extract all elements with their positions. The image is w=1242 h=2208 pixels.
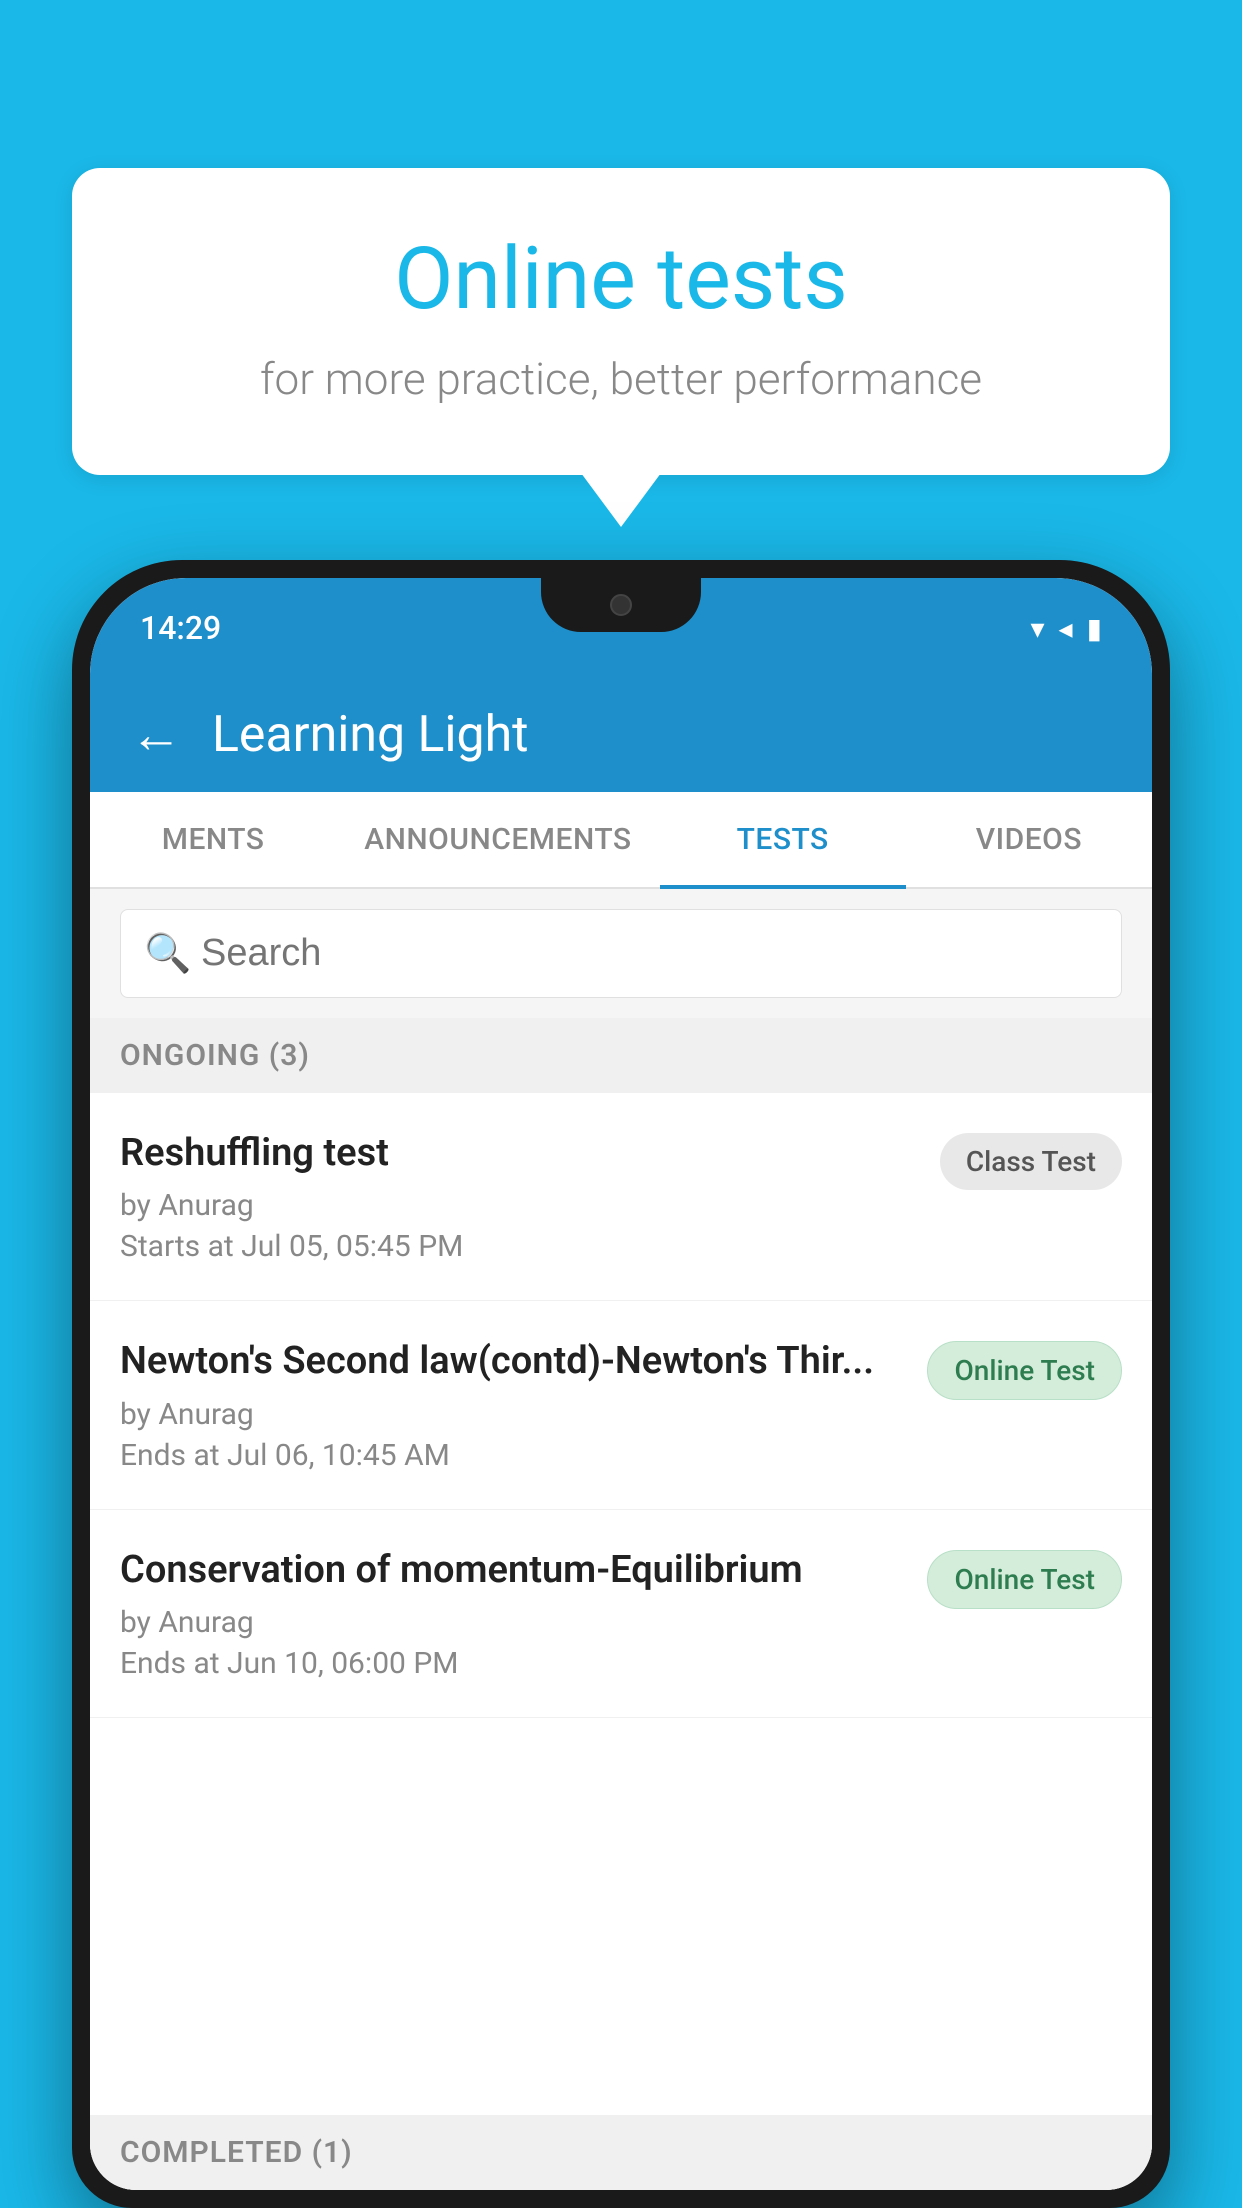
test-info-reshuffling: Reshuffling test by Anurag Starts at Jul… — [120, 1129, 920, 1264]
test-name-reshuffling: Reshuffling test — [120, 1129, 920, 1178]
app-title: Learning Light — [212, 706, 529, 764]
test-time-newton: Ends at Jul 06, 10:45 AM — [120, 1438, 907, 1473]
phone-notch — [541, 578, 701, 632]
status-time: 14:29 — [140, 609, 221, 647]
test-badge-newton: Online Test — [927, 1341, 1122, 1400]
tab-ments[interactable]: MENTS — [90, 792, 336, 887]
tabs-bar: MENTS ANNOUNCEMENTS TESTS VIDEOS — [90, 792, 1152, 889]
back-button[interactable]: ← — [130, 709, 182, 761]
signal-icon: ◂ — [1059, 612, 1073, 645]
search-input[interactable] — [120, 909, 1122, 998]
completed-section-header: COMPLETED (1) — [90, 2115, 1152, 2190]
search-container: 🔍 — [120, 909, 1122, 998]
ongoing-section-header: ONGOING (3) — [90, 1018, 1152, 1093]
phone-frame: 14:29 ▾ ◂ ▮ ← Learning Light MENTS ANNOU… — [72, 560, 1170, 2208]
promo-bubble: Online tests for more practice, better p… — [72, 168, 1170, 475]
test-item-conservation[interactable]: Conservation of momentum-Equilibrium by … — [90, 1510, 1152, 1718]
test-item-reshuffling[interactable]: Reshuffling test by Anurag Starts at Jul… — [90, 1093, 1152, 1301]
test-time-conservation: Ends at Jun 10, 06:00 PM — [120, 1646, 907, 1681]
tab-announcements[interactable]: ANNOUNCEMENTS — [336, 792, 659, 887]
test-list: Reshuffling test by Anurag Starts at Jul… — [90, 1093, 1152, 2190]
wifi-icon: ▾ — [1030, 612, 1044, 645]
test-badge-reshuffling: Class Test — [940, 1133, 1122, 1190]
tab-tests[interactable]: TESTS — [660, 792, 906, 887]
tab-videos[interactable]: VIDEOS — [906, 792, 1152, 887]
bubble-subtitle: for more practice, better performance — [152, 353, 1090, 405]
test-by-conservation: by Anurag — [120, 1605, 907, 1640]
app-header: ← Learning Light — [90, 678, 1152, 792]
status-bar: 14:29 ▾ ◂ ▮ — [90, 578, 1152, 678]
test-item-newton[interactable]: Newton's Second law(contd)-Newton's Thir… — [90, 1301, 1152, 1509]
test-info-conservation: Conservation of momentum-Equilibrium by … — [120, 1546, 907, 1681]
search-bar: 🔍 — [90, 889, 1152, 1018]
bubble-title: Online tests — [152, 228, 1090, 329]
search-icon: 🔍 — [144, 932, 191, 976]
test-badge-conservation: Online Test — [927, 1550, 1122, 1609]
test-by-newton: by Anurag — [120, 1397, 907, 1432]
battery-icon: ▮ — [1087, 612, 1102, 645]
phone-screen: 14:29 ▾ ◂ ▮ ← Learning Light MENTS ANNOU… — [90, 578, 1152, 2190]
test-name-conservation: Conservation of momentum-Equilibrium — [120, 1546, 907, 1595]
test-time-reshuffling: Starts at Jul 05, 05:45 PM — [120, 1229, 920, 1264]
test-info-newton: Newton's Second law(contd)-Newton's Thir… — [120, 1337, 907, 1472]
test-name-newton: Newton's Second law(contd)-Newton's Thir… — [120, 1337, 907, 1386]
status-icons: ▾ ◂ ▮ — [1030, 612, 1102, 645]
camera — [610, 594, 632, 616]
test-by-reshuffling: by Anurag — [120, 1188, 920, 1223]
